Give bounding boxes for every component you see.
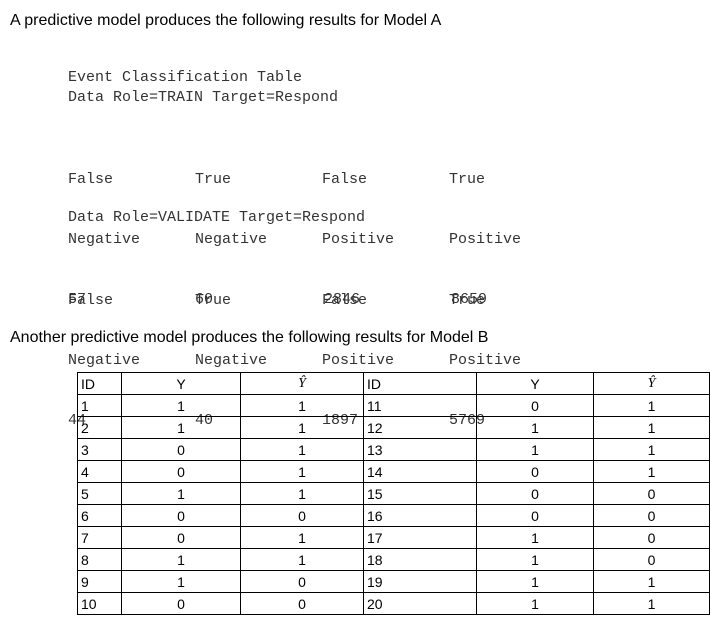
cell-y-hat: 1 xyxy=(240,460,364,483)
cell-id: 19 xyxy=(363,570,477,593)
cell-y: 0 xyxy=(121,460,241,483)
cell-y: 1 xyxy=(121,482,241,505)
cell-y: 1 xyxy=(121,548,241,571)
header-y-hat: Ŷ xyxy=(593,372,710,395)
table-row: 10 0 0 20 1 1 xyxy=(77,592,710,615)
table-row: 1 1 1 11 0 1 xyxy=(77,394,710,417)
cell-id: 7 xyxy=(77,526,122,549)
cell-y-hat: 1 xyxy=(593,570,710,593)
table-row: 5 1 1 15 0 0 xyxy=(77,482,710,505)
cell-id: 16 xyxy=(363,504,477,527)
cell-y: 1 xyxy=(121,394,241,417)
cell-id: 15 xyxy=(363,482,477,505)
cell-y-hat: 1 xyxy=(240,482,364,505)
cell-y: 1 xyxy=(476,526,594,549)
header-y: Y xyxy=(476,372,594,395)
header-id: ID xyxy=(363,372,477,395)
cell-y-hat: 1 xyxy=(240,394,364,417)
cell-y-hat: 1 xyxy=(240,416,364,439)
cell-y-hat: 1 xyxy=(593,592,710,615)
train-role-line: Data Role=TRAIN Target=Respond xyxy=(68,89,339,106)
label-line2: Negative xyxy=(68,352,141,369)
table-row: 2 1 1 12 1 1 xyxy=(77,416,710,439)
cell-y: 1 xyxy=(476,416,594,439)
header-y-hat: Ŷ xyxy=(240,372,364,395)
validate-role-line: Data Role=VALIDATE Target=Respond xyxy=(68,209,366,226)
model-a-heading: A predictive model produces the followin… xyxy=(10,12,442,29)
cell-y: 0 xyxy=(476,482,594,505)
label-line2: Positive xyxy=(449,231,522,248)
label-line1: False xyxy=(322,171,368,188)
header-id: ID xyxy=(77,372,122,395)
cell-y: 0 xyxy=(121,526,241,549)
cell-id: 13 xyxy=(363,438,477,461)
cell-y-hat: 1 xyxy=(593,438,710,461)
table-row: 8 1 1 18 1 0 xyxy=(77,548,710,571)
cell-y: 0 xyxy=(121,592,241,615)
cell-id: 5 xyxy=(77,482,122,505)
label-line1: True xyxy=(195,292,232,309)
label-line1: False xyxy=(322,292,368,309)
cell-id: 18 xyxy=(363,548,477,571)
table-row: 7 0 1 17 1 0 xyxy=(77,526,710,549)
cell-id: 10 xyxy=(77,592,122,615)
cell-id: 20 xyxy=(363,592,477,615)
table-row: 6 0 0 16 0 0 xyxy=(77,504,710,527)
cell-y: 0 xyxy=(476,504,594,527)
cell-id: 14 xyxy=(363,460,477,483)
cell-id: 2 xyxy=(77,416,122,439)
label-line1: True xyxy=(195,171,232,188)
label-line1: True xyxy=(449,171,486,188)
cell-y: 0 xyxy=(476,460,594,483)
cell-y: 1 xyxy=(476,570,594,593)
cell-y-hat: 1 xyxy=(240,438,364,461)
cell-y: 1 xyxy=(476,548,594,571)
cell-y-hat: 1 xyxy=(593,460,710,483)
label-line2: Positive xyxy=(322,231,395,248)
cell-y-hat: 0 xyxy=(240,592,364,615)
cell-y-hat: 0 xyxy=(593,548,710,571)
label-line2: Positive xyxy=(322,352,395,369)
classification-table-title: Event Classification Table xyxy=(68,69,303,86)
cell-id: 9 xyxy=(77,570,122,593)
table-row: 3 0 1 13 1 1 xyxy=(77,438,710,461)
cell-y-hat: 0 xyxy=(593,482,710,505)
cell-id: 3 xyxy=(77,438,122,461)
cell-y-hat: 1 xyxy=(240,548,364,571)
header-y: Y xyxy=(121,372,241,395)
cell-y: 1 xyxy=(121,416,241,439)
cell-id: 11 xyxy=(363,394,477,417)
model-b-table: ID Y Ŷ ID Y Ŷ 1 1 1 11 0 1 2 1 1 12 1 1 3 0 1 13 1 1 4 0 1 14… xyxy=(77,372,710,615)
label-line2: Negative xyxy=(195,352,268,369)
cell-id: 4 xyxy=(77,460,122,483)
cell-y-hat: 1 xyxy=(593,416,710,439)
cell-y-hat: 0 xyxy=(240,504,364,527)
model-b-heading: Another predictive model produces the fo… xyxy=(10,329,489,346)
cell-id: 6 xyxy=(77,504,122,527)
table-header-row: ID Y Ŷ ID Y Ŷ xyxy=(77,372,710,395)
label-line1: True xyxy=(449,292,486,309)
label-line2: Negative xyxy=(195,231,268,248)
table-row: 9 1 0 19 1 1 xyxy=(77,570,710,593)
label-line1: False xyxy=(68,171,114,188)
cell-y: 1 xyxy=(121,570,241,593)
cell-y-hat: 0 xyxy=(593,526,710,549)
cell-y-hat: 1 xyxy=(240,526,364,549)
label-line2: Positive xyxy=(449,352,522,369)
cell-id: 8 xyxy=(77,548,122,571)
label-line1: False xyxy=(68,292,114,309)
cell-y: 1 xyxy=(476,438,594,461)
cell-id: 1 xyxy=(77,394,122,417)
cell-y: 0 xyxy=(121,504,241,527)
cell-id: 12 xyxy=(363,416,477,439)
table-row: 4 0 1 14 0 1 xyxy=(77,460,710,483)
cell-y-hat: 1 xyxy=(593,394,710,417)
cell-y-hat: 0 xyxy=(593,504,710,527)
label-line2: Negative xyxy=(68,231,141,248)
cell-y: 1 xyxy=(476,592,594,615)
cell-y: 0 xyxy=(121,438,241,461)
cell-id: 17 xyxy=(363,526,477,549)
cell-y: 0 xyxy=(476,394,594,417)
cell-y-hat: 0 xyxy=(240,570,364,593)
